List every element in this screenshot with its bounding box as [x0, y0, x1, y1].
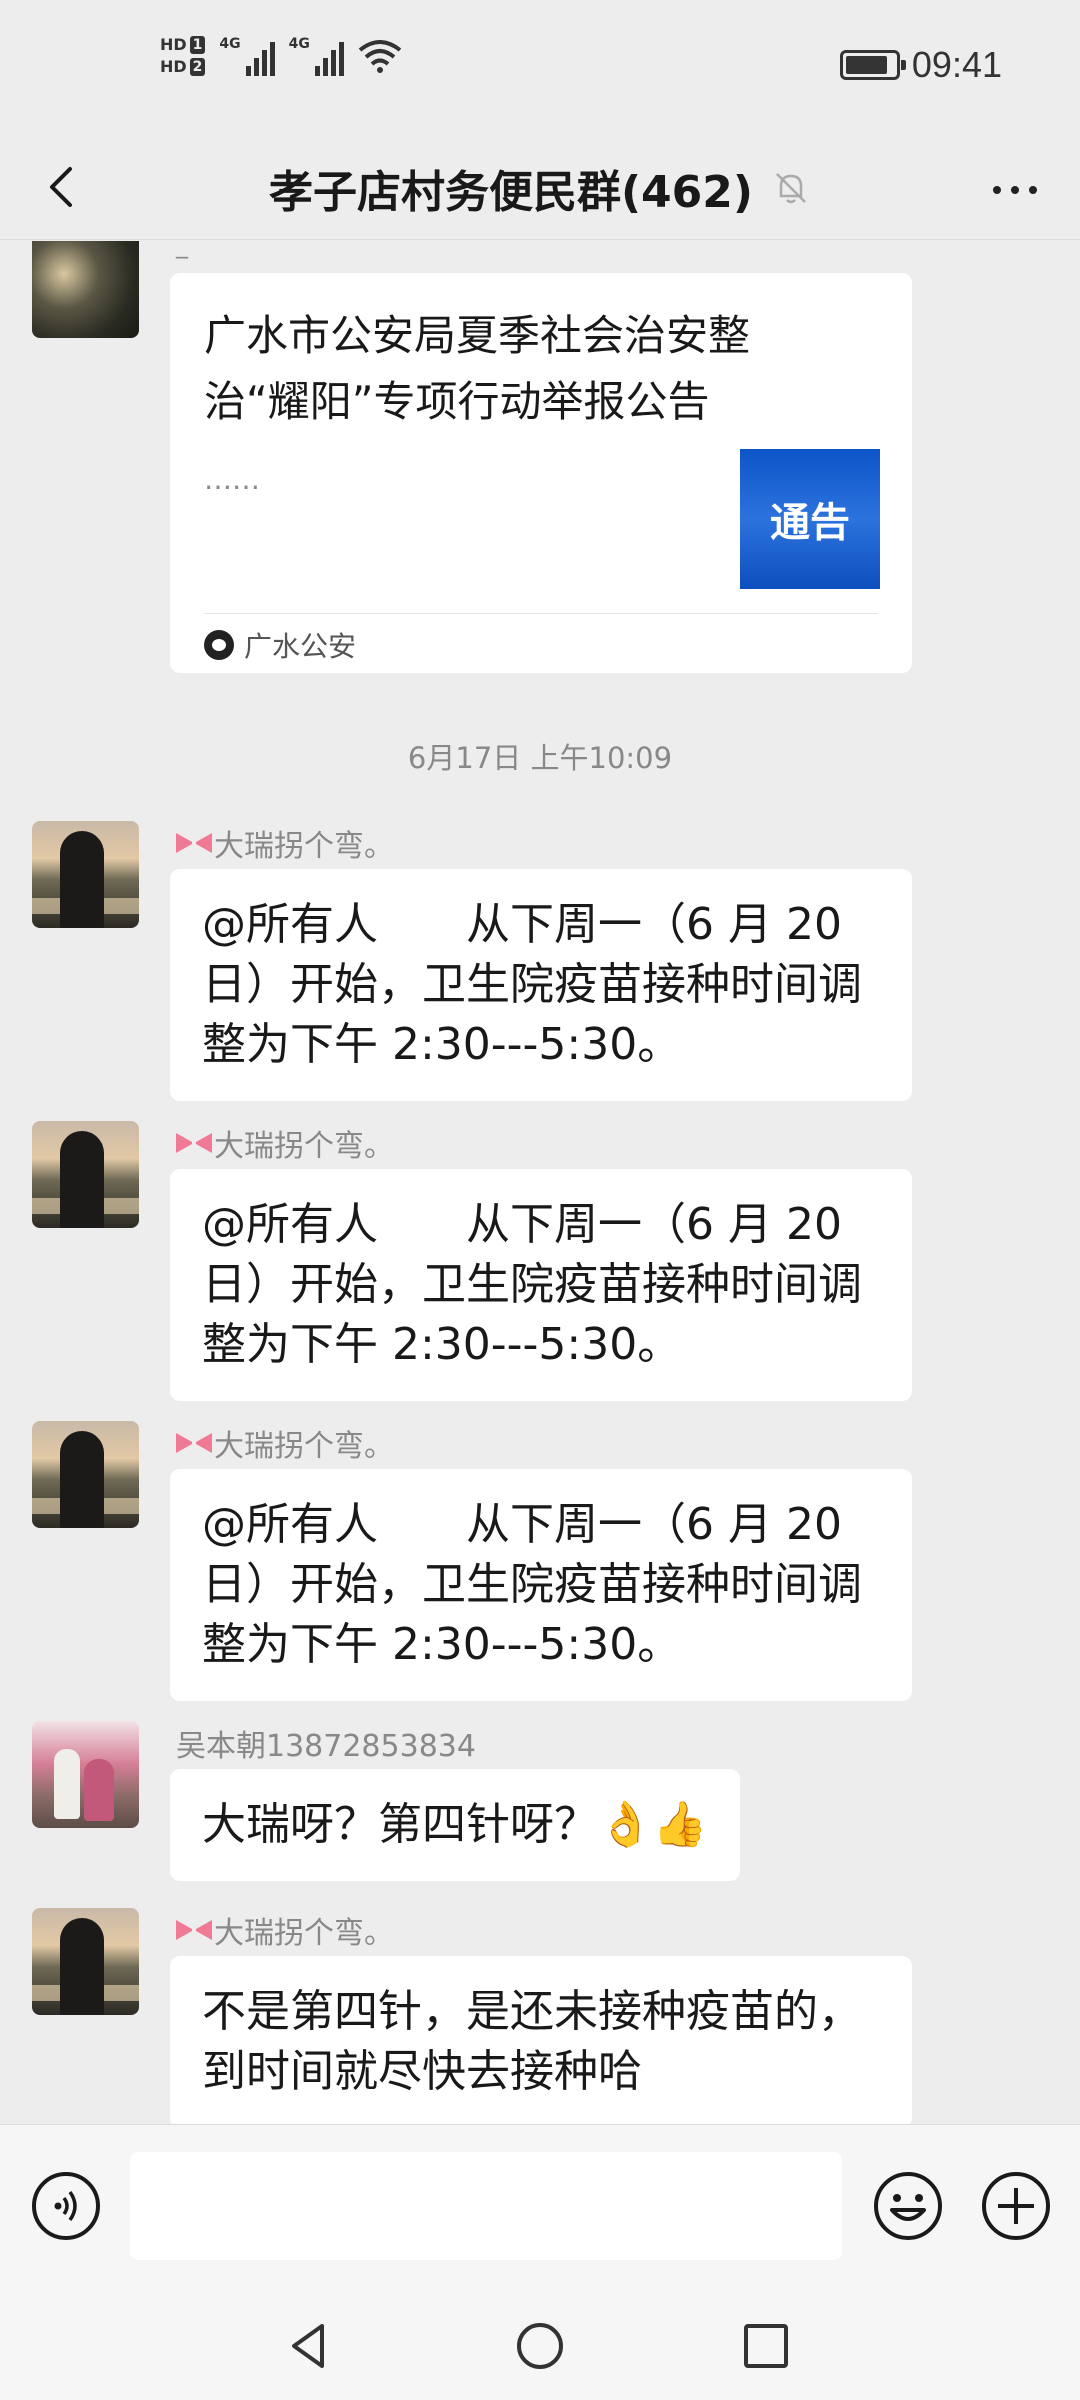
- chat-title[interactable]: 孝子店村务便民群(462): [269, 156, 753, 220]
- hd-indicators: HD 1 HD 2: [160, 36, 206, 76]
- avatar[interactable]: [32, 1908, 139, 2015]
- battery-icon: [839, 50, 906, 80]
- title-wrap: 孝子店村务便民群(462): [0, 135, 1080, 240]
- article-source: 广水公安: [204, 625, 356, 665]
- police-badge-icon: [204, 630, 234, 660]
- more-icon[interactable]: [980, 165, 1050, 215]
- chat-header: 孝子店村务便民群(462): [0, 135, 1080, 240]
- message-bubble[interactable]: @所有人 从下周一（6 月 20 日）开始，卫生院疫苗接种时间调 整为下午 2:…: [170, 869, 912, 1101]
- voice-icon[interactable]: [30, 2170, 102, 2242]
- avatar[interactable]: [32, 821, 139, 928]
- hd-indicator-2: HD 2: [160, 58, 206, 76]
- article-thumbnail: 通告: [740, 449, 880, 589]
- bow-icon: [176, 1918, 212, 1942]
- input-bar: [0, 2124, 1080, 2290]
- message-line: @所有人 从下周一（6 月 20: [202, 1199, 842, 1250]
- sender-name: 大瑞拐个弯。: [176, 1121, 394, 1165]
- card-divider: [204, 613, 878, 614]
- message-line: 整为下午 2:30---5:30。: [202, 1319, 682, 1370]
- message-bubble[interactable]: 大瑞呀？第四针呀？👌👍: [170, 1769, 740, 1881]
- signal-icon-1: 4G: [219, 36, 275, 76]
- avatar[interactable]: [32, 1421, 139, 1528]
- sender-name: 大瑞拐个弯。: [176, 1908, 394, 1952]
- clock: 09:41: [911, 44, 1002, 85]
- status-left: HD 1 HD 2 4G 4G: [160, 36, 402, 76]
- sender-name: 吴本朝13872853834: [176, 1729, 476, 1764]
- avatar[interactable]: [32, 1721, 139, 1828]
- chat-area[interactable]: _ 广水市公安局夏季社会治安整治“耀阳”专项行动举报公告 …… 通告 广水公安 …: [0, 241, 1080, 2124]
- bow-icon: [176, 1431, 212, 1455]
- avatar[interactable]: [32, 1121, 139, 1228]
- message-line: @所有人 从下周一（6 月 20: [202, 1499, 842, 1550]
- article-card[interactable]: 广水市公安局夏季社会治安整治“耀阳”专项行动举报公告 …… 通告 广水公安: [170, 273, 912, 673]
- message-bubble[interactable]: @所有人 从下周一（6 月 20 日）开始，卫生院疫苗接种时间调 整为下午 2:…: [170, 1169, 912, 1401]
- timestamp: 6月17日 上午10:09: [407, 741, 673, 775]
- wifi-icon: [358, 40, 402, 73]
- message-article: _ 广水市公安局夏季社会治安整治“耀阳”专项行动举报公告 …… 通告 广水公安: [0, 241, 1080, 711]
- message-line: @所有人 从下周一（6 月 20: [202, 899, 842, 950]
- signal-icon-2: 4G: [289, 36, 344, 76]
- nav-recent-icon[interactable]: [736, 2316, 796, 2376]
- message-input[interactable]: [130, 2152, 842, 2260]
- source-name: 广水公安: [244, 630, 357, 663]
- sender-name: 大瑞拐个弯。: [176, 821, 394, 865]
- status-bar: HD 1 HD 2 4G 4G 09:41: [0, 0, 1080, 135]
- message-bubble[interactable]: @所有人 从下周一（6 月 20 日）开始，卫生院疫苗接种时间调 整为下午 2:…: [170, 1469, 912, 1701]
- message-bubble[interactable]: 不是第四针，是还未接种疫苗的， 到时间就尽快去接种哈: [170, 1956, 912, 2124]
- article-description: ……: [204, 463, 260, 496]
- message-line: 日）开始，卫生院疫苗接种时间调: [202, 1259, 862, 1310]
- emoji-icon[interactable]: [872, 2170, 944, 2242]
- status-right: 09:41: [839, 44, 1002, 86]
- bow-icon: [176, 831, 212, 855]
- battery-level: [845, 56, 887, 74]
- message-line: 日）开始，卫生院疫苗接种时间调: [202, 1559, 862, 1610]
- mute-bell-icon: [776, 172, 806, 203]
- message-line: 日）开始，卫生院疫苗接种时间调: [202, 959, 862, 1010]
- thumbnail-text: 通告: [770, 500, 850, 546]
- bow-icon: [176, 1131, 212, 1155]
- nav-back-icon[interactable]: [280, 2316, 340, 2376]
- system-nav-bar: [0, 2290, 1080, 2400]
- message-line: 整为下午 2:30---5:30。: [202, 1619, 682, 1670]
- plus-icon[interactable]: [980, 2170, 1052, 2242]
- avatar[interactable]: [32, 241, 139, 338]
- sender-name: _: [176, 241, 188, 259]
- message-line: 不是第四针，是还未接种疫苗的，: [202, 1986, 862, 2037]
- sender-name: 大瑞拐个弯。: [176, 1421, 394, 1465]
- nav-home-icon[interactable]: [510, 2316, 570, 2376]
- message-line: 大瑞呀？第四针呀？👌👍: [202, 1799, 708, 1850]
- article-title: 广水市公安局夏季社会治安整治“耀阳”专项行动举报公告: [204, 311, 751, 426]
- message-line: 到时间就尽快去接种哈: [202, 2046, 642, 2097]
- message-line: 整为下午 2:30---5:30。: [202, 1019, 682, 1070]
- hd-indicator-1: HD 1: [160, 36, 206, 54]
